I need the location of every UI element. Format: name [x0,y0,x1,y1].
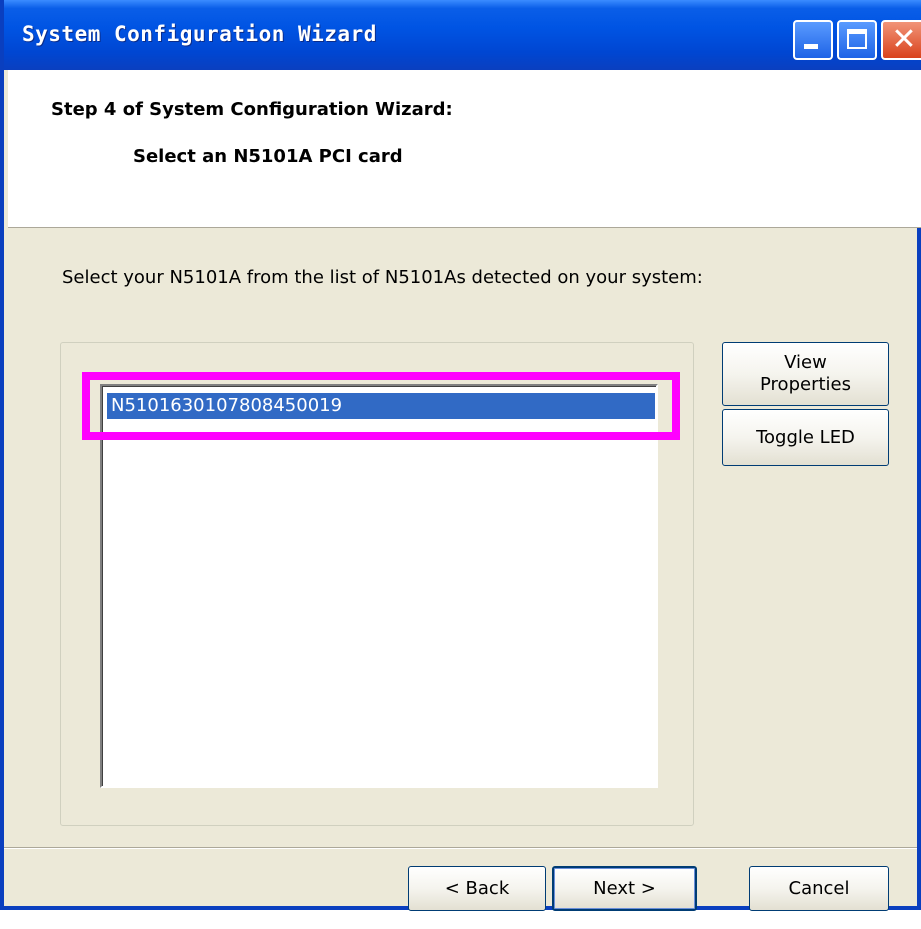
maximize-button[interactable] [837,20,877,60]
cancel-button[interactable]: Cancel [749,866,889,911]
wizard-header: Step 4 of System Configuration Wizard: S… [8,70,921,228]
view-properties-label-line2: Properties [760,374,851,395]
window-title: System Configuration Wizard [22,22,377,46]
instruction-text: Select your N5101A from the list of N510… [62,267,703,288]
minimize-icon [804,44,818,49]
minimize-button[interactable] [793,20,833,60]
back-button[interactable]: < Back [408,866,546,911]
title-bar[interactable]: System Configuration Wizard ✕ [4,0,921,70]
toggle-led-button[interactable]: Toggle LED [722,409,889,466]
close-button[interactable]: ✕ [881,20,921,60]
next-button[interactable]: Next > [552,866,697,911]
maximize-icon [847,29,867,49]
highlight-annotation [82,372,680,440]
close-icon: ✕ [891,22,917,57]
step-subtitle: Select an N5101A PCI card [133,146,403,167]
footer-divider-highlight [4,848,917,849]
device-list[interactable]: N5101630107808450019 [100,384,658,788]
view-properties-button[interactable]: View Properties [722,342,889,406]
view-properties-label-line1: View [784,352,827,373]
step-title: Step 4 of System Configuration Wizard: [51,99,453,120]
